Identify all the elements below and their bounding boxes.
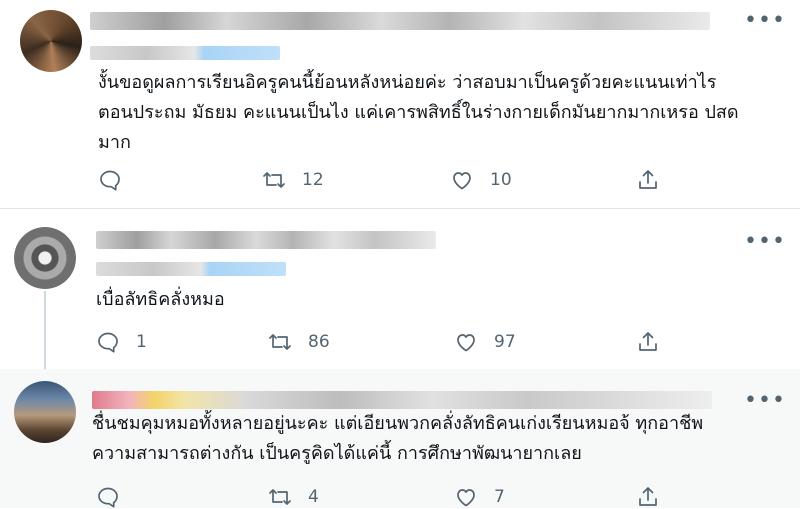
avatar-image bbox=[20, 10, 82, 72]
share-icon bbox=[639, 487, 657, 506]
tweet-text-line: ความสามารถต่างกัน เป็นครูคิดได้แค่นี้ กา… bbox=[92, 443, 582, 464]
like-button[interactable]: 7 bbox=[454, 485, 505, 509]
like-count: 10 bbox=[490, 170, 512, 190]
author-handle-blurred[interactable] bbox=[96, 262, 286, 276]
tweet-3[interactable]: ••• ชื่นชมคุมหมอทั้งหลายอยู่นะคะ แต่เอีย… bbox=[0, 369, 800, 508]
like-count: 7 bbox=[494, 487, 505, 507]
more-icon[interactable]: ••• bbox=[744, 231, 786, 253]
tweet-text: งั้นขอดูผลการเรียนอิครูคนนี้ย้อนหลังหน่อ… bbox=[98, 68, 778, 158]
retweet-button[interactable]: 86 bbox=[268, 330, 330, 354]
heart-icon bbox=[457, 489, 475, 507]
retweet-button[interactable]: 4 bbox=[268, 485, 319, 509]
author-name-blurred[interactable] bbox=[90, 12, 710, 30]
like-button[interactable]: 97 bbox=[454, 330, 516, 354]
author-handle-blurred[interactable] bbox=[90, 46, 280, 60]
reply-button[interactable]: 1 bbox=[96, 330, 147, 354]
share-button[interactable] bbox=[636, 330, 660, 354]
heart-icon bbox=[453, 172, 471, 190]
reply-button[interactable] bbox=[98, 168, 122, 192]
reply-icon bbox=[100, 170, 120, 191]
retweet-button[interactable]: 12 bbox=[262, 168, 324, 192]
tweet-text: เบื่อลัทธิคลั่งหมอ bbox=[96, 285, 776, 315]
tweet-text-line: เบื่อลัทธิคลั่งหมอ bbox=[96, 289, 225, 310]
share-button[interactable] bbox=[636, 485, 660, 509]
avatar[interactable] bbox=[14, 381, 76, 443]
avatar[interactable] bbox=[20, 10, 82, 72]
more-icon[interactable]: ••• bbox=[744, 390, 786, 412]
like-button[interactable]: 10 bbox=[450, 168, 512, 192]
reply-button[interactable] bbox=[96, 485, 120, 509]
tweet-text-line: งั้นขอดูผลการเรียนอิครูคนนี้ย้อนหลังหน่อ… bbox=[98, 72, 717, 93]
avatar-image bbox=[14, 381, 76, 443]
share-icon bbox=[639, 332, 657, 351]
author-name-blurred[interactable] bbox=[96, 231, 436, 249]
share-icon bbox=[639, 170, 657, 189]
more-icon[interactable]: ••• bbox=[744, 10, 786, 32]
reply-icon bbox=[98, 487, 118, 508]
tweet-text-line: ชื่นชมคุมหมอทั้งหลายอยู่นะคะ แต่เอียนพวก… bbox=[92, 413, 704, 434]
retweet-count: 4 bbox=[308, 487, 319, 507]
retweet-count: 12 bbox=[302, 170, 324, 190]
reply-icon bbox=[98, 332, 118, 353]
like-count: 97 bbox=[494, 332, 516, 352]
tweet-text-line: ตอนประถม มัธยม คะแนนเป็นไง แค่เคารพสิทธิ… bbox=[98, 102, 739, 123]
retweet-count: 86 bbox=[308, 332, 330, 352]
retweet-icon bbox=[269, 334, 291, 350]
tweet-1[interactable]: ••• งั้นขอดูผลการเรียนอิครูคนนี้ย้อนหลัง… bbox=[0, 0, 800, 208]
avatar[interactable] bbox=[14, 227, 76, 289]
tweet-2[interactable]: ••• เบื่อลัทธิคลั่งหมอ 1 86 97 bbox=[0, 209, 800, 369]
retweet-icon bbox=[269, 489, 291, 505]
reply-count: 1 bbox=[136, 332, 147, 352]
heart-icon bbox=[457, 334, 475, 352]
share-button[interactable] bbox=[636, 168, 660, 192]
author-name-blurred[interactable] bbox=[92, 391, 712, 409]
tweet-text-line: มาก bbox=[98, 132, 131, 153]
retweet-icon bbox=[263, 172, 285, 188]
thread-connector bbox=[44, 291, 46, 381]
tweet-text: ชื่นชมคุมหมอทั้งหลายอยู่นะคะ แต่เอียนพวก… bbox=[92, 409, 782, 469]
avatar-image bbox=[14, 227, 76, 289]
